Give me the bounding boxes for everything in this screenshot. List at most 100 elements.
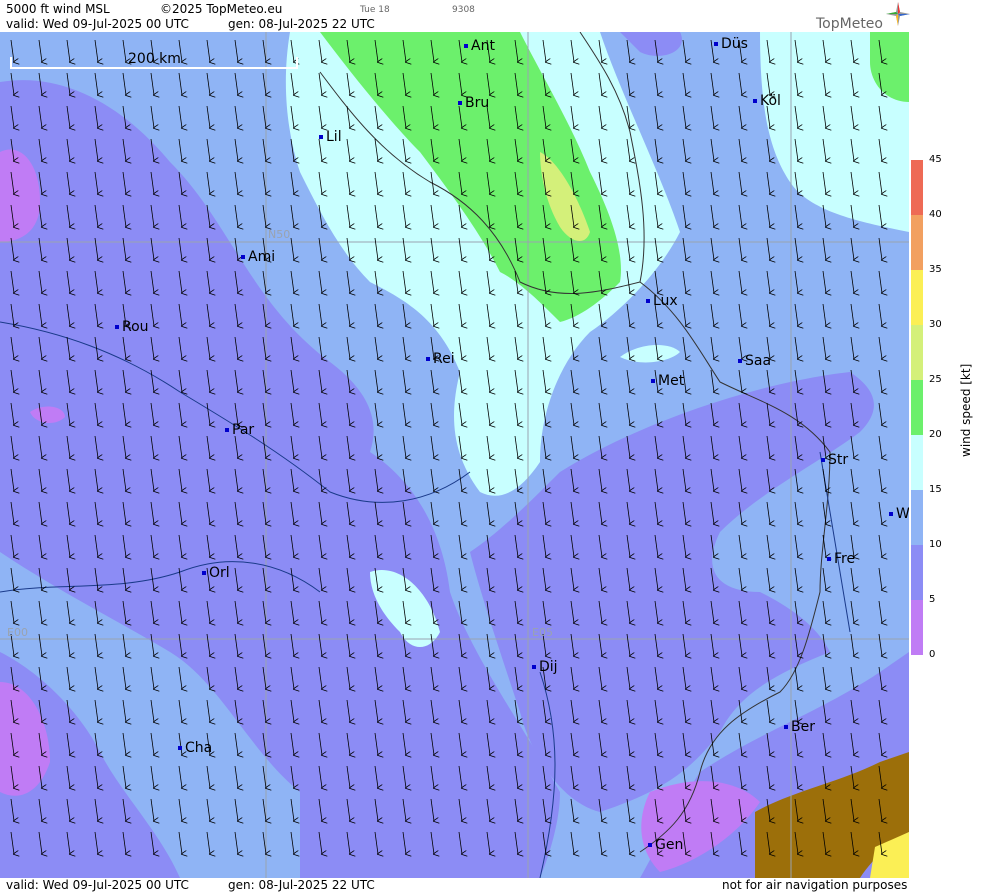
city-cha[interactable]: Cha: [178, 740, 212, 756]
city-label: Ami: [248, 249, 276, 265]
city-label: Fre: [834, 551, 856, 567]
city-rei[interactable]: Rei: [426, 351, 455, 367]
legend-tick: 25: [929, 374, 942, 385]
city-marker: [532, 665, 536, 669]
city-label: Lux: [653, 293, 678, 309]
city-label: Köl: [760, 93, 781, 109]
footer-valid-time: valid: Wed 09-Jul-2025 00 UTC: [6, 878, 189, 892]
grid-label-n50: N50: [268, 228, 291, 241]
city-fre[interactable]: Fre: [827, 551, 855, 567]
city-kol[interactable]: Köl: [753, 93, 781, 109]
valid-time: valid: Wed 09-Jul-2025 00 UTC: [6, 17, 189, 31]
legend-swatch: [911, 545, 923, 600]
legend-tick: 35: [929, 264, 942, 275]
legend-tick: 0: [929, 649, 936, 660]
grid-label-e00: E00: [7, 626, 28, 639]
legend-swatch: [911, 490, 923, 545]
city-label: Dij: [539, 659, 558, 675]
city-gen[interactable]: Gen: [648, 837, 683, 853]
city-label: Bru: [465, 95, 490, 111]
logo-text: TopMeteo: [816, 16, 883, 32]
wind-map[interactable]: 200 km N50 E00 E05 Ant Düs Bru Köl Lil A…: [0, 32, 909, 878]
map-title: 5000 ft wind MSL: [6, 2, 110, 16]
run-code: 9308: [452, 5, 475, 15]
city-marker: [651, 379, 655, 383]
run-day: Tue 18: [360, 5, 390, 15]
city-ami[interactable]: Ami: [241, 249, 275, 265]
city-label: Str: [828, 452, 849, 468]
city-label: Saa: [745, 353, 772, 369]
city-marker: [646, 299, 650, 303]
city-marker: [738, 359, 742, 363]
copyright: ©2025 TopMeteo.eu: [160, 2, 283, 16]
city-rou[interactable]: Rou: [115, 319, 149, 335]
generated-time: gen: 08-Jul-2025 22 UTC: [228, 17, 375, 31]
footer: valid: Wed 09-Jul-2025 00 UTC gen: 08-Ju…: [0, 878, 1000, 893]
city-label: Met: [658, 373, 685, 389]
city-label: W: [896, 506, 909, 522]
city-w[interactable]: W: [889, 506, 909, 522]
city-marker: [821, 458, 825, 462]
scale-label: 200 km: [128, 51, 181, 67]
city-marker: [178, 746, 182, 750]
wind-speed-legend: 45 40 35 30 25 20 15 10 5 0 wind speed [kt]: [909, 32, 1000, 878]
legend-tick: 15: [929, 484, 942, 495]
compass-star-icon: [886, 2, 910, 26]
legend-swatch: [911, 435, 923, 490]
legend-tick: 40: [929, 209, 942, 220]
city-marker: [714, 42, 718, 46]
city-marker: [225, 428, 229, 432]
city-label: Rei: [433, 351, 455, 367]
legend-tick: 30: [929, 319, 942, 330]
city-ant[interactable]: Ant: [464, 38, 495, 54]
city-marker: [784, 725, 788, 729]
city-label: Düs: [721, 36, 748, 52]
legend-title: wind speed [kt]: [959, 363, 973, 457]
legend-tick: 45: [929, 154, 942, 165]
city-marker: [889, 512, 893, 516]
city-str[interactable]: Str: [821, 452, 848, 468]
city-label: Ber: [791, 719, 815, 735]
legend-swatch: [911, 325, 923, 380]
legend-swatch: [911, 215, 923, 270]
legend-tick: 5: [929, 594, 936, 605]
wind-field: [0, 32, 909, 878]
city-marker: [464, 44, 468, 48]
city-dus[interactable]: Düs: [714, 36, 748, 52]
legend-tick: 10: [929, 539, 942, 550]
city-label: Cha: [185, 740, 213, 756]
topmeteo-logo[interactable]: TopMeteo: [810, 2, 910, 32]
city-marker: [753, 99, 757, 103]
footer-disclaimer: not for air navigation purposes: [722, 878, 908, 892]
legend-tick: 20: [929, 429, 942, 440]
city-ber[interactable]: Ber: [784, 719, 815, 735]
city-label: Gen: [655, 837, 684, 853]
city-lux[interactable]: Lux: [646, 293, 678, 309]
city-saa[interactable]: Saa: [738, 353, 771, 369]
city-label: Lil: [326, 129, 342, 145]
footer-generated-time: gen: 08-Jul-2025 22 UTC: [228, 878, 375, 892]
city-marker: [319, 135, 323, 139]
city-marker: [115, 325, 119, 329]
legend-swatch: [911, 380, 923, 435]
city-marker: [202, 571, 206, 575]
legend-swatch: [911, 270, 923, 325]
city-lil[interactable]: Lil: [319, 129, 342, 145]
city-label: Par: [232, 422, 255, 438]
grid-label-e05: E05: [532, 626, 553, 639]
city-par[interactable]: Par: [225, 422, 254, 438]
city-met[interactable]: Met: [651, 373, 684, 389]
city-label: Orl: [209, 565, 230, 581]
city-marker: [648, 843, 652, 847]
city-bru[interactable]: Bru: [458, 95, 489, 111]
city-marker: [426, 357, 430, 361]
city-dij[interactable]: Dij: [532, 659, 558, 675]
city-marker: [827, 557, 831, 561]
city-marker: [458, 101, 462, 105]
city-label: Rou: [122, 319, 149, 335]
city-marker: [241, 255, 245, 259]
city-label: Ant: [471, 38, 495, 54]
city-orl[interactable]: Orl: [202, 565, 230, 581]
legend-swatch: [911, 160, 923, 215]
legend-swatch: [911, 600, 923, 655]
